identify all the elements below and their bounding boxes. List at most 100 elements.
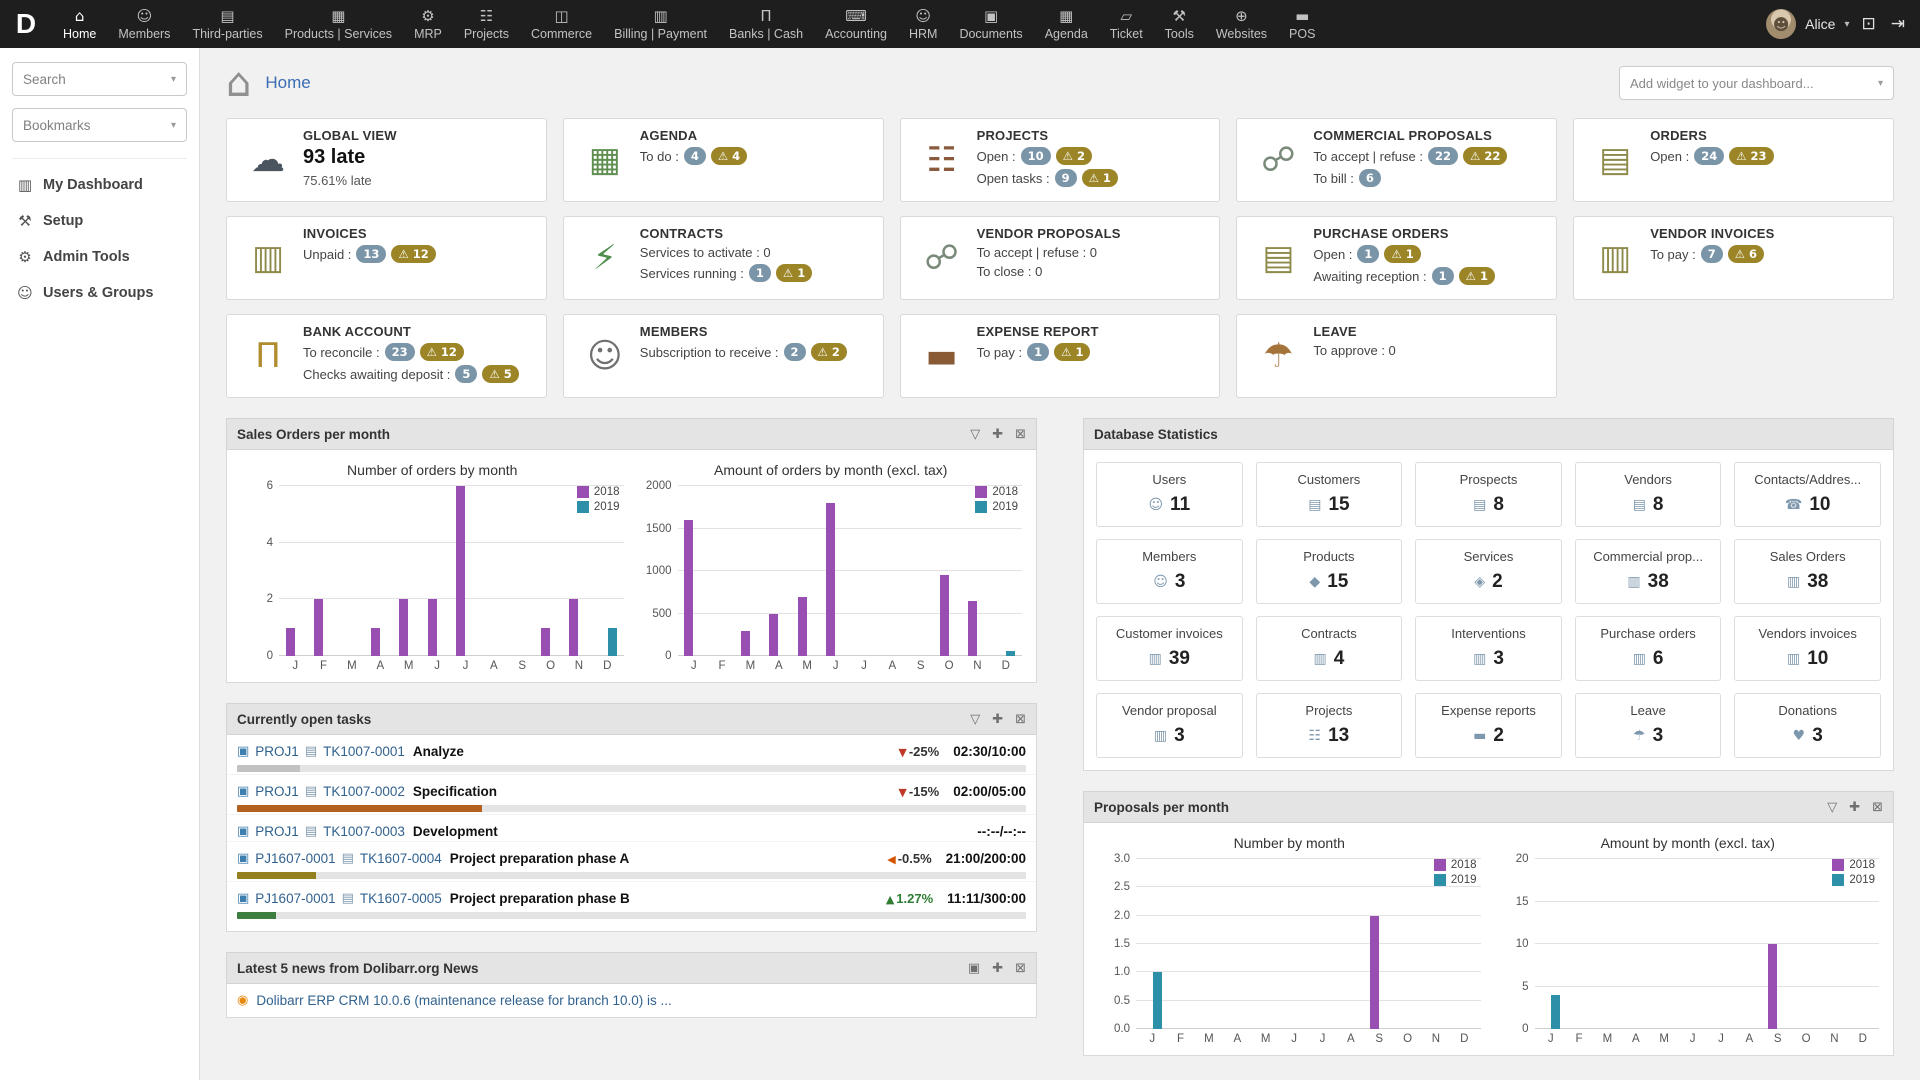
widget-bank-account[interactable]: Π BANK ACCOUNT To reconcile :23 ⚠ 12 Checks … bbox=[226, 314, 547, 398]
project-link[interactable]: PROJ1 bbox=[255, 744, 299, 759]
nav-item-documents[interactable]: ▣ Documents bbox=[948, 0, 1033, 48]
widget-invoices[interactable]: ▥ INVOICES Unpaid :13 ⚠ 12 bbox=[226, 216, 547, 300]
move-icon[interactable]: ✚ bbox=[992, 961, 1003, 976]
bookmarks-dropdown[interactable]: Bookmarks ▾ bbox=[12, 108, 187, 142]
news-link[interactable]: Dolibarr ERP CRM 10.0.6 (maintenance rel… bbox=[256, 993, 671, 1008]
widget-vendor-invoices[interactable]: ▥ VENDOR INVOICES To pay :7 ⚠ 6 bbox=[1573, 216, 1894, 300]
nav-item-websites[interactable]: ⊕ Websites bbox=[1205, 0, 1278, 48]
widget-members[interactable]: ☺ MEMBERS Subscription to receive :2 ⚠ 2 bbox=[562, 314, 884, 398]
stat-card-vendors-invoices[interactable]: Vendors invoices ▥ 10 bbox=[1734, 616, 1881, 681]
widget-vendor-proposals[interactable]: ☍ VENDOR PROPOSALS To accept | refuse : 0 T… bbox=[899, 216, 1221, 300]
stat-card-users[interactable]: Users ☺ 11 bbox=[1096, 462, 1243, 527]
nav-item-home[interactable]: ⌂ Home bbox=[52, 0, 107, 48]
count-badge[interactable]: 1 bbox=[1357, 245, 1380, 263]
warning-badge[interactable]: ⚠ 4 bbox=[710, 147, 748, 165]
user-avatar[interactable]: ☻ bbox=[1766, 9, 1797, 39]
move-icon[interactable]: ✚ bbox=[1849, 800, 1860, 815]
count-badge[interactable]: 7 bbox=[1700, 245, 1723, 263]
warning-badge[interactable]: ⚠ 1 bbox=[1458, 267, 1495, 285]
sidebar-item-my-dashboard[interactable]: ▥ My Dashboard bbox=[12, 167, 187, 203]
stat-card-purchase-orders[interactable]: Purchase orders ▥ 6 bbox=[1574, 616, 1722, 681]
search-dropdown[interactable]: Search ▾ bbox=[12, 62, 187, 96]
widget-icon[interactable]: ▣ bbox=[968, 961, 980, 976]
nav-item-agenda[interactable]: ▦ Agenda bbox=[1034, 0, 1099, 48]
warning-badge[interactable]: ⚠ 1 bbox=[1054, 343, 1091, 361]
task-link[interactable]: TK1007-0001 bbox=[323, 744, 405, 759]
add-widget-dropdown[interactable]: Add widget to your dashboard... ▾ bbox=[1619, 66, 1894, 100]
close-icon[interactable]: ⊠ bbox=[1872, 800, 1883, 815]
nav-item-members[interactable]: ☺ Members bbox=[107, 0, 181, 48]
widget-projects[interactable]: ☷ PROJECTS Open :10 ⚠ 2 Open tasks :9 ⚠ 1 bbox=[899, 118, 1221, 202]
stat-card-contacts-addres[interactable]: Contacts/Addres... ☎ 10 bbox=[1734, 462, 1881, 527]
project-link[interactable]: PJ1607-0001 bbox=[255, 851, 335, 866]
stat-card-contracts[interactable]: Contracts ▥ 4 bbox=[1255, 616, 1403, 681]
move-icon[interactable]: ✚ bbox=[992, 712, 1003, 727]
widget-orders[interactable]: ▤ ORDERS Open :24 ⚠ 23 bbox=[1573, 118, 1894, 202]
close-icon[interactable]: ⊠ bbox=[1015, 427, 1026, 442]
widget-agenda[interactable]: ▦ AGENDA To do :4 ⚠ 4 bbox=[562, 118, 884, 202]
stat-card-members[interactable]: Members ☺ 3 bbox=[1096, 539, 1243, 604]
count-badge[interactable]: 1 bbox=[748, 264, 771, 282]
nav-item-commerce[interactable]: ◫ Commerce bbox=[520, 0, 603, 48]
nav-item-tools[interactable]: ⚒ Tools bbox=[1154, 0, 1205, 48]
count-badge[interactable]: 22 bbox=[1428, 147, 1459, 165]
user-name[interactable]: Alice bbox=[1805, 16, 1835, 32]
project-link[interactable]: PROJ1 bbox=[255, 784, 299, 799]
warning-badge[interactable]: ⚠ 22 bbox=[1463, 147, 1508, 165]
widget-global-view[interactable]: ☁ GLOBAL VIEW 93 late 75.61% late bbox=[226, 118, 547, 202]
count-badge[interactable]: 10 bbox=[1020, 147, 1051, 165]
warning-badge[interactable]: ⚠ 6 bbox=[1727, 245, 1765, 263]
warning-badge[interactable]: ⚠ 5 bbox=[482, 365, 519, 383]
nav-item-banks-cash[interactable]: Π Banks | Cash bbox=[718, 0, 814, 48]
stat-card-services[interactable]: Services ◈ 2 bbox=[1415, 539, 1562, 604]
widget-contracts[interactable]: ⚡ CONTRACTS Services to activate : 0 Servic… bbox=[562, 216, 884, 300]
warning-badge[interactable]: ⚠ 23 bbox=[1729, 147, 1774, 165]
stat-card-vendors[interactable]: Vendors ▤ 8 bbox=[1574, 462, 1722, 527]
nav-item-ticket[interactable]: ▱ Ticket bbox=[1099, 0, 1154, 48]
count-badge[interactable]: 4 bbox=[683, 147, 706, 165]
warning-badge[interactable]: ⚠ 1 bbox=[1384, 245, 1421, 263]
nav-item-pos[interactable]: ▬ POS bbox=[1278, 0, 1326, 48]
count-badge[interactable]: 23 bbox=[384, 343, 415, 361]
move-icon[interactable]: ✚ bbox=[992, 427, 1003, 442]
project-link[interactable]: PROJ1 bbox=[255, 824, 299, 839]
sidebar-item-users-groups[interactable]: ☺ Users & Groups bbox=[12, 275, 187, 311]
widget-leave[interactable]: ☂ LEAVE To approve : 0 bbox=[1236, 314, 1558, 398]
virtual-card-icon[interactable]: ⊡ bbox=[1859, 14, 1879, 34]
warning-badge[interactable]: ⚠ 2 bbox=[1055, 147, 1092, 165]
warning-badge[interactable]: ⚠ 12 bbox=[419, 343, 464, 361]
warning-badge[interactable]: ⚠ 1 bbox=[775, 264, 813, 282]
warning-badge[interactable]: ⚠ 2 bbox=[810, 343, 847, 361]
nav-item-hrm[interactable]: ☺ HRM bbox=[898, 0, 948, 48]
nav-item-products-services[interactable]: ▦ Products | Services bbox=[274, 0, 403, 48]
filter-icon[interactable]: ▽ bbox=[970, 427, 980, 442]
chevron-down-icon[interactable]: ▾ bbox=[1844, 19, 1849, 30]
warning-badge[interactable]: ⚠ 1 bbox=[1081, 169, 1118, 187]
task-link[interactable]: TK1607-0004 bbox=[360, 851, 442, 866]
stat-card-donations[interactable]: Donations ♥ 3 bbox=[1734, 693, 1881, 758]
count-badge[interactable]: 2 bbox=[783, 343, 806, 361]
filter-icon[interactable]: ▽ bbox=[1827, 800, 1837, 815]
warning-badge[interactable]: ⚠ 12 bbox=[391, 245, 436, 263]
project-link[interactable]: PJ1607-0001 bbox=[255, 891, 335, 906]
widget-expense-report[interactable]: ▬ EXPENSE REPORT To pay :1 ⚠ 1 bbox=[899, 314, 1221, 398]
stat-card-leave[interactable]: Leave ☂ 3 bbox=[1574, 693, 1722, 758]
count-badge[interactable]: 5 bbox=[455, 365, 478, 383]
task-link[interactable]: TK1007-0003 bbox=[323, 824, 405, 839]
stat-card-projects[interactable]: Projects ☷ 13 bbox=[1255, 693, 1403, 758]
stat-card-sales-orders[interactable]: Sales Orders ▥ 38 bbox=[1734, 539, 1881, 604]
nav-item-billing-payment[interactable]: ▥ Billing | Payment bbox=[603, 0, 718, 48]
stat-card-interventions[interactable]: Interventions ▥ 3 bbox=[1415, 616, 1562, 681]
stat-card-customers[interactable]: Customers ▤ 15 bbox=[1255, 462, 1403, 527]
sidebar-item-setup[interactable]: ⚒ Setup bbox=[12, 203, 187, 239]
nav-item-projects[interactable]: ☷ Projects bbox=[453, 0, 520, 48]
logout-icon[interactable]: ⇥ bbox=[1888, 14, 1908, 34]
nav-item-accounting[interactable]: ⌨ Accounting bbox=[814, 0, 898, 48]
stat-card-customer-invoices[interactable]: Customer invoices ▥ 39 bbox=[1096, 616, 1243, 681]
count-badge[interactable]: 13 bbox=[356, 245, 387, 263]
widget-purchase-orders[interactable]: ▤ PURCHASE ORDERS Open :1 ⚠ 1 Awaiting recep… bbox=[1236, 216, 1558, 300]
nav-item-mrp[interactable]: ⚙ MRP bbox=[403, 0, 453, 48]
stat-card-expense-reports[interactable]: Expense reports ▬ 2 bbox=[1415, 693, 1562, 758]
stat-card-vendor-proposal[interactable]: Vendor proposal ▥ 3 bbox=[1096, 693, 1243, 758]
count-badge[interactable]: 1 bbox=[1431, 267, 1454, 285]
